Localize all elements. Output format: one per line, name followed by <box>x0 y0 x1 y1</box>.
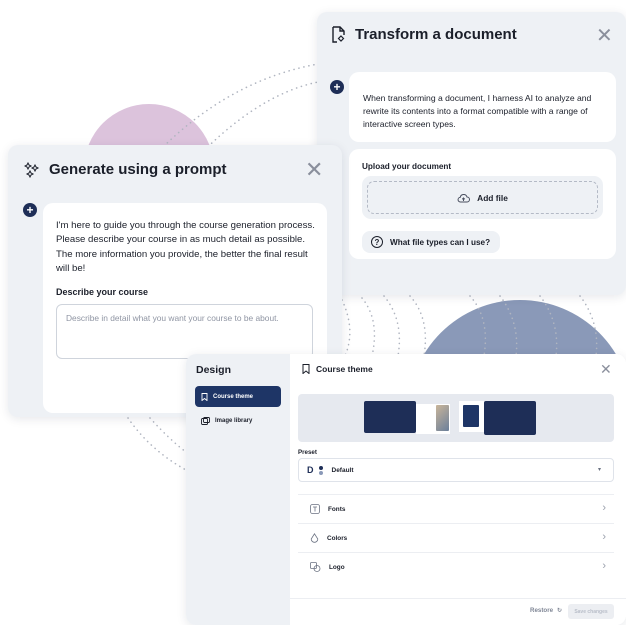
chevron-right-icon: › <box>602 560 606 572</box>
document-transform-icon <box>332 26 345 43</box>
droplet-icon <box>310 532 319 543</box>
close-icon[interactable]: ✕ <box>600 362 612 376</box>
add-file-label: Add file <box>477 192 508 203</box>
close-icon[interactable]: ✕ <box>596 26 613 46</box>
restore-button[interactable]: Restore ↻ <box>530 607 562 614</box>
bookmark-icon <box>302 364 310 374</box>
preset-badge: D <box>307 465 314 475</box>
option-label: Fonts <box>328 505 346 513</box>
theme-preview-slide <box>463 405 479 427</box>
restore-icon: ↻ <box>557 608 563 614</box>
preset-select[interactable]: D Default ▾ <box>298 458 614 482</box>
design-panel: Design Course theme Image library Course… <box>186 354 626 625</box>
logo-icon <box>310 562 321 572</box>
design-title: Design <box>196 364 232 376</box>
describe-course-label: Describe your course <box>56 286 149 297</box>
design-main: Course theme ✕ Preset D Default ▾ Fonts … <box>290 354 626 625</box>
sidebar-item-image-library[interactable]: Image library <box>195 410 281 431</box>
option-colors[interactable]: Colors › <box>298 523 614 552</box>
sidebar-item-course-theme[interactable]: Course theme <box>195 386 281 407</box>
upload-label: Upload your document <box>362 162 452 171</box>
course-theme-title: Course theme <box>316 364 373 374</box>
transform-dialog-title: Transform a document <box>355 26 517 43</box>
generate-intro-text: I'm here to guide you through the course… <box>56 220 315 275</box>
theme-preview-slide <box>484 401 536 435</box>
image-library-icon <box>201 416 210 425</box>
add-file-button[interactable]: Add file <box>367 181 598 214</box>
chevron-right-icon: › <box>602 531 606 543</box>
option-fonts[interactable]: Fonts › <box>298 494 614 523</box>
cloud-upload-icon <box>457 193 471 202</box>
option-logo[interactable]: Logo › <box>298 552 614 581</box>
course-theme-header: Course theme <box>302 364 373 374</box>
sidebar-item-label: Course theme <box>213 393 254 400</box>
save-changes-button[interactable]: Save changes <box>568 604 614 619</box>
design-sidebar: Design Course theme Image library <box>186 354 290 625</box>
file-types-help-label: What file types can I use? <box>390 237 491 247</box>
file-drop-zone[interactable]: Add file <box>362 176 603 219</box>
preset-label: Preset <box>298 449 317 456</box>
font-icon <box>310 504 320 514</box>
transform-message: When transforming a document, I harness … <box>349 72 616 142</box>
chevron-down-icon: ▾ <box>597 467 601 473</box>
restore-label: Restore <box>530 607 554 614</box>
sparkle-icon <box>24 161 40 178</box>
option-label: Colors <box>327 534 348 542</box>
option-label: Logo <box>329 563 345 571</box>
generate-dialog-title: Generate using a prompt <box>49 161 227 178</box>
bookmark-icon <box>201 392 208 401</box>
generate-dialog-header: Generate using a prompt <box>24 161 227 178</box>
theme-preview-slide <box>364 401 416 433</box>
theme-preview <box>298 394 614 442</box>
theme-preview-photo <box>436 405 449 431</box>
chevron-right-icon: › <box>602 502 606 514</box>
close-icon[interactable]: ✕ <box>305 159 323 181</box>
upload-section: Upload your document Add file ? What fil… <box>349 149 616 259</box>
ai-assistant-icon: + <box>23 203 37 217</box>
sidebar-item-label: Image library <box>215 417 253 424</box>
design-footer: Restore ↻ Save changes <box>290 598 626 625</box>
ai-assistant-icon: + <box>330 80 344 94</box>
describe-course-input[interactable] <box>56 303 313 359</box>
preset-color-dots <box>318 465 323 475</box>
preset-value: Default <box>331 466 354 474</box>
question-icon: ? <box>371 236 383 248</box>
file-types-help-button[interactable]: ? What file types can I use? <box>362 231 501 253</box>
transform-document-dialog: Transform a document ✕ + When transformi… <box>317 12 626 295</box>
transform-dialog-header: Transform a document <box>331 26 517 43</box>
